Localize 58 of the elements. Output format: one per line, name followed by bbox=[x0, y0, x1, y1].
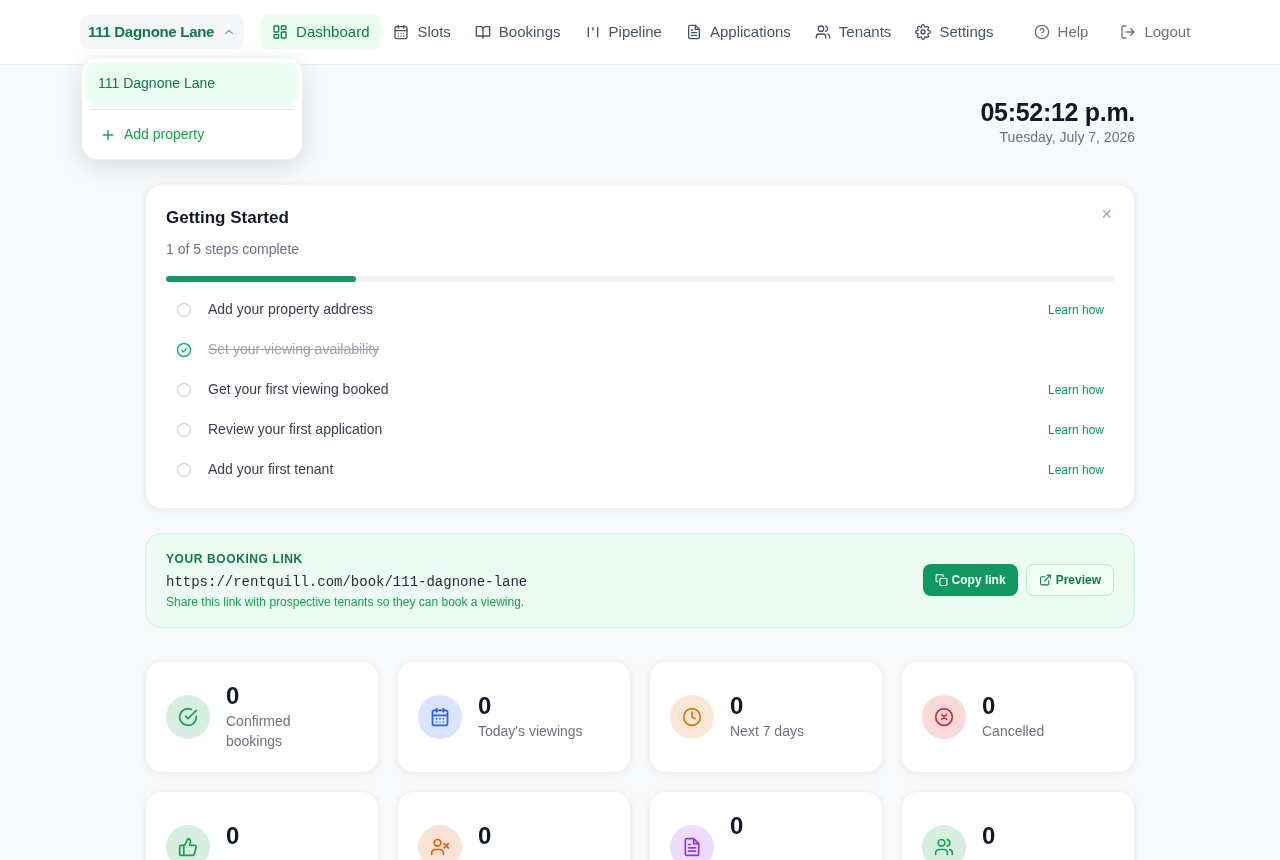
section-heading: YOUR BOOKING LINK bbox=[166, 550, 304, 568]
nav-tab[interactable]: Slots bbox=[381, 14, 463, 50]
learn-how-link[interactable]: Learn how bbox=[1047, 300, 1104, 319]
menu-item[interactable]: 111 Dagnone Lane bbox=[86, 62, 298, 105]
book-icon bbox=[474, 24, 491, 40]
nav-link[interactable]: Logout bbox=[1108, 14, 1203, 50]
empty-circle-icon[interactable] bbox=[176, 421, 192, 438]
stat-value: 0 bbox=[730, 812, 744, 841]
preview-button[interactable]: Preview bbox=[1025, 564, 1114, 596]
learn-how-link[interactable]: Learn how bbox=[1047, 460, 1104, 479]
progress-text: 1 of 5 steps complete bbox=[166, 239, 300, 259]
nav-tab[interactable]: Applications bbox=[673, 14, 803, 50]
step-label: Add your first tenant bbox=[208, 460, 335, 479]
step-label: Set your viewing availability bbox=[208, 340, 381, 359]
stat-value: 0 bbox=[226, 821, 240, 851]
step-label: Add your property address bbox=[208, 300, 374, 319]
date-text: Tuesday, July 7, 2026 bbox=[999, 128, 1135, 147]
close-button[interactable]: × bbox=[1099, 205, 1114, 223]
empty-circle-icon[interactable] bbox=[176, 381, 192, 398]
nav-tab[interactable]: Dashboard bbox=[260, 14, 382, 50]
card-title: Getting Started bbox=[166, 207, 290, 229]
step-label: Review your first application bbox=[208, 420, 384, 439]
empty-circle-icon[interactable] bbox=[176, 301, 192, 318]
stat-value: 0 bbox=[478, 691, 493, 721]
checked-circle-icon[interactable] bbox=[176, 341, 192, 358]
empty-circle-icon[interactable] bbox=[176, 461, 192, 478]
settings-icon bbox=[915, 24, 932, 40]
calendar-icon bbox=[393, 24, 410, 40]
copy-icon bbox=[934, 572, 948, 588]
stat-value: 0 bbox=[982, 821, 996, 851]
users-icon bbox=[814, 24, 831, 40]
nav-tab[interactable]: Pipeline bbox=[572, 14, 674, 50]
nav-tab[interactable]: Bookings bbox=[462, 14, 573, 50]
nav-link[interactable]: Help bbox=[1021, 14, 1101, 50]
stat-value: 0 bbox=[478, 821, 492, 851]
external-link-icon bbox=[1038, 572, 1052, 588]
stat-label: Cancelled bbox=[982, 721, 1045, 741]
clock-time: 05:52:12 p.m. bbox=[980, 97, 1135, 127]
property-selector[interactable]: 111 Dagnone Lane bbox=[80, 14, 245, 50]
stat-value: 0 bbox=[982, 691, 997, 721]
booking-url: https://rentquill.com/book/111-dagnone-lane bbox=[166, 572, 528, 592]
step-label: Get your first viewing booked bbox=[208, 380, 390, 399]
dashboard-icon bbox=[272, 24, 289, 40]
help-icon bbox=[1033, 24, 1050, 40]
nav-tab[interactable]: Settings bbox=[903, 14, 1006, 50]
stat-value: 0 bbox=[730, 691, 745, 721]
learn-how-link[interactable]: Learn how bbox=[1047, 380, 1104, 399]
stat-value: 0 bbox=[226, 681, 241, 711]
add-property-button[interactable]: Add property bbox=[86, 114, 219, 155]
copy-link-button[interactable]: Copy link bbox=[922, 564, 1018, 596]
nav-tab[interactable]: Tenants bbox=[802, 14, 904, 50]
stat-label: Next 7 days bbox=[730, 721, 804, 741]
document-icon bbox=[685, 24, 702, 40]
learn-how-link[interactable]: Learn how bbox=[1047, 420, 1104, 439]
stat-label: Today's viewings bbox=[478, 721, 583, 741]
logout-icon bbox=[1120, 24, 1137, 40]
hint-text: Share this link with prospective tenants so they can book a viewing. bbox=[166, 593, 526, 611]
stat-label: Confirmed bookings bbox=[226, 711, 292, 751]
